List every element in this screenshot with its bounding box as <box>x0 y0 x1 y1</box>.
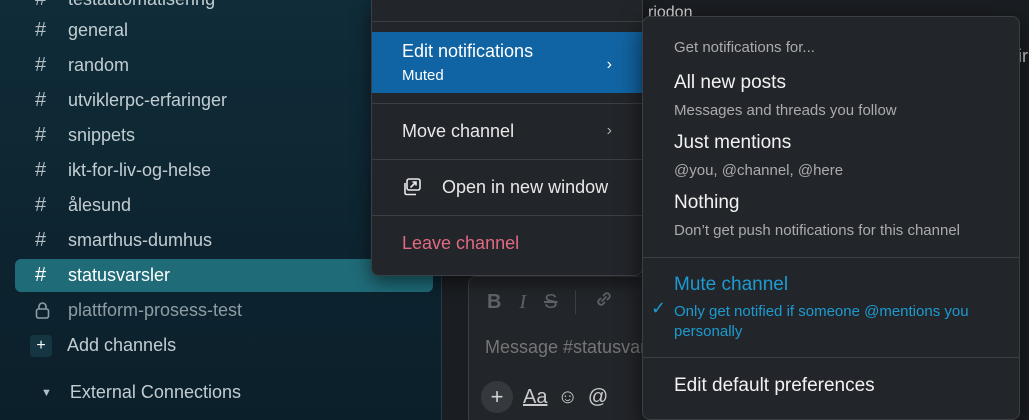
sidebar-item-label: ikt-for-liv-og-helse <box>68 160 212 180</box>
option-just-mentions[interactable]: Just mentions @you, @channel, @here <box>674 132 1004 179</box>
notifications-submenu: Get notifications for... All new posts M… <box>642 16 1020 420</box>
plus-icon[interactable]: + <box>481 381 513 413</box>
sidebar-item-label: utviklerpc-erfaringer <box>68 90 228 110</box>
sidebar-item-label: plattform-prosess-test <box>68 300 243 320</box>
checkmark-icon: ✓ <box>651 298 667 318</box>
message-composer[interactable]: B I S + Aa ☺ @ <box>468 276 668 420</box>
option-title: Mute channel <box>674 274 789 295</box>
bold-icon[interactable]: B <box>487 291 501 314</box>
sidebar-item-label: random <box>68 55 130 75</box>
format-toolbar: B I S <box>487 289 614 315</box>
menu-item-label: Open in new window <box>442 176 609 197</box>
emoji-icon[interactable]: ☺ <box>557 386 577 409</box>
add-channels-label: Add channels <box>67 335 177 355</box>
leave-channel-menu-item[interactable]: Leave channel <box>372 216 642 270</box>
mention-icon[interactable]: @ <box>588 386 608 409</box>
move-channel-menu-item[interactable]: Move channel › <box>372 104 642 158</box>
open-new-window-menu-item[interactable]: Open in new window <box>372 160 642 214</box>
chevron-right-icon: › <box>606 122 612 139</box>
sidebar-item-label: general <box>68 20 129 40</box>
hash-icon: # <box>35 194 47 216</box>
sidebar-item-label: smarthus-dumhus <box>68 230 213 250</box>
hash-icon: # <box>35 19 47 41</box>
menu-item-label: Edit notifications <box>402 41 534 61</box>
sidebar-item-plattform-prosess-test[interactable]: plattform-prosess-test <box>15 294 433 327</box>
option-title: Just mentions <box>674 132 792 153</box>
option-mute-channel[interactable]: Mute channel Only get notified if someon… <box>674 274 1004 342</box>
submenu-divider <box>643 357 1019 358</box>
lock-icon <box>15 302 53 319</box>
channel-context-menu: Edit notifications Muted › Move channel … <box>371 0 643 276</box>
hash-icon: # <box>35 54 47 76</box>
sidebar-item-label: testautomatisering <box>53 0 215 10</box>
strikethrough-icon[interactable]: S <box>544 291 557 314</box>
chevron-right-icon: › <box>606 56 612 73</box>
submenu-divider <box>643 257 1019 258</box>
plus-icon: + <box>30 334 52 357</box>
option-all-new-posts[interactable]: All new posts Messages and threads you f… <box>674 72 1004 119</box>
italic-icon[interactable]: I <box>519 291 526 314</box>
submenu-header: Get notifications for... <box>674 39 815 56</box>
sidebar-item-label: ålesund <box>68 195 132 215</box>
composer-actions: + Aa ☺ @ <box>481 381 608 413</box>
menu-divider <box>372 21 642 22</box>
message-input[interactable] <box>485 337 655 358</box>
hash-icon: # <box>35 159 47 181</box>
new-window-icon <box>402 178 422 196</box>
sidebar-item-label: statusvarsler <box>68 265 171 285</box>
hash-icon: # <box>35 89 47 111</box>
option-description: Don’t get push notifications for this ch… <box>674 222 961 239</box>
hash-icon: # <box>35 264 47 286</box>
section-external-connections[interactable]: ▼ External Connections <box>15 376 433 409</box>
hash-icon: # <box>35 229 47 251</box>
edit-notifications-menu-item[interactable]: Edit notifications Muted › <box>372 32 642 93</box>
link-icon[interactable] <box>594 289 614 315</box>
hash-icon: # <box>35 124 47 146</box>
menu-item-label: Move channel <box>402 120 515 141</box>
option-description: Only get notified if someone @mentions y… <box>674 303 969 340</box>
caret-down-icon: ▼ <box>41 386 52 399</box>
menu-item-label: Leave channel <box>402 232 520 253</box>
option-title: Nothing <box>674 192 740 213</box>
sidebar-item-label: snippets <box>68 125 136 145</box>
add-channels-button[interactable]: + Add channels <box>15 329 433 362</box>
hash-icon: # <box>15 0 53 11</box>
section-label: External Connections <box>69 382 241 402</box>
edit-default-preferences-item[interactable]: Edit default preferences <box>674 375 875 397</box>
option-description: Messages and threads you follow <box>674 102 897 119</box>
option-nothing[interactable]: Nothing Don’t get push notifications for… <box>674 192 1004 239</box>
toolbar-divider <box>575 290 577 314</box>
text-format-icon[interactable]: Aa <box>523 386 547 409</box>
option-description: @you, @channel, @here <box>674 162 844 179</box>
menu-item-sublabel: Muted <box>402 67 444 84</box>
option-title: All new posts <box>674 72 786 93</box>
